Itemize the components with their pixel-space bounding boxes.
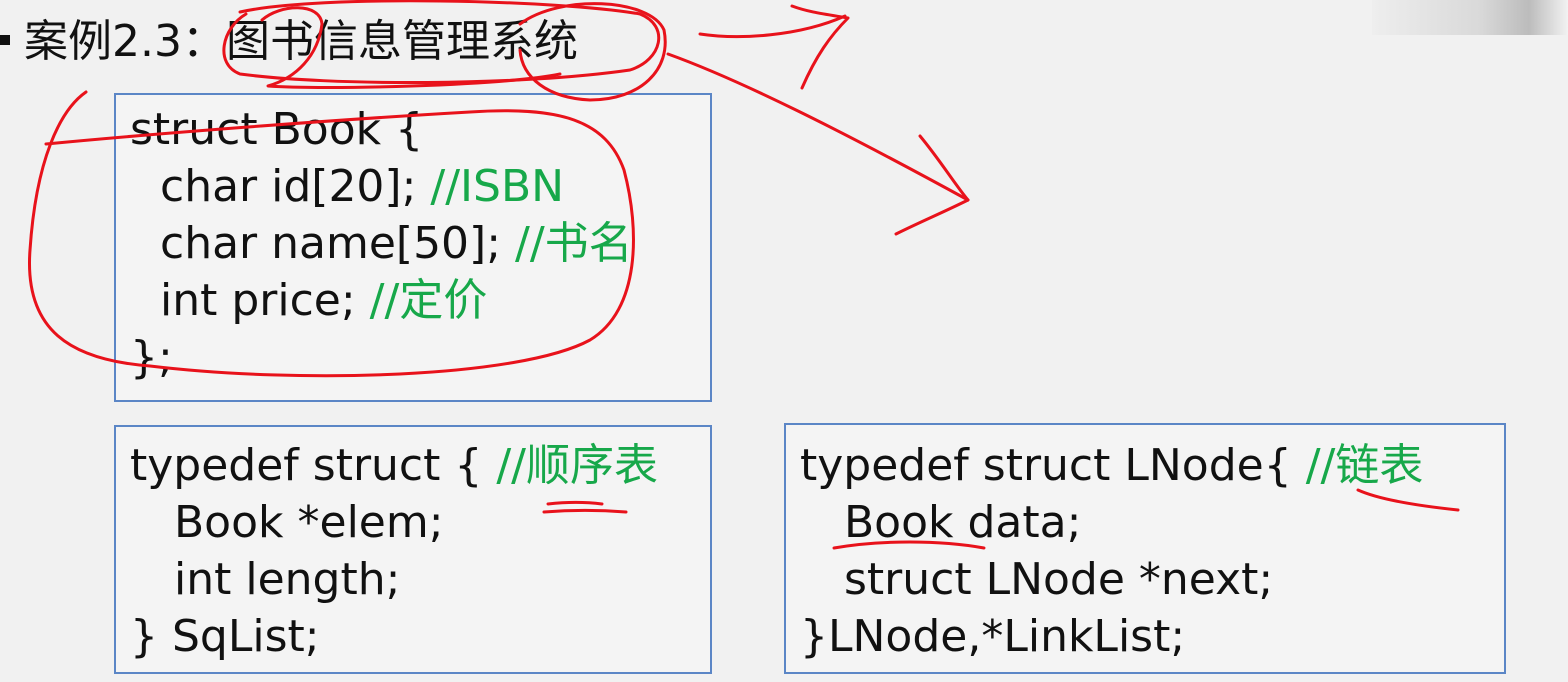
webcam-overlay [1372,0,1568,35]
code-line: typedef struct { //顺序表 [130,437,710,494]
code-line: typedef struct LNode{ //链表 [800,437,1504,494]
annotation-arrow-top [698,14,847,39]
code-line: }LNode,*LinkList; [800,611,1186,662]
code-comment: //定价 [369,275,488,326]
code-comment: //顺序表 [496,440,658,491]
code-line: int length; [174,554,401,605]
field-code: int price; [160,275,370,326]
code-line: int price; //定价 [130,272,710,329]
code-comment: //书名 [515,218,633,269]
code-line: struct Book { [130,104,424,155]
code-line: }; [130,332,173,383]
annotation-arrow-top-head [790,4,850,90]
annotation-arrow-right [666,52,970,202]
field-code: char name[50]; [160,218,516,269]
annotation-arrow-right-head [894,134,970,236]
title-prefix: 案例2.3： [24,16,226,67]
bullet-icon [0,35,10,45]
code-line: struct LNode *next; [844,554,1274,605]
lnode-struct-box: typedef struct LNode{ //链表 Book data; st… [784,423,1506,674]
slide-title: 案例2.3：图书信息管理系统 [0,12,578,72]
sqlist-struct-box: typedef struct { //顺序表 Book *elem; int l… [114,425,712,674]
code-line: } SqList; [130,611,320,662]
code-line: char name[50]; //书名 [130,215,710,272]
field-code: typedef struct LNode{ [800,440,1306,491]
code-line: Book data; [844,497,1082,548]
code-comment: //ISBN [430,161,565,212]
code-comment: //链表 [1305,440,1424,491]
code-line: char id[20]; //ISBN [130,158,710,215]
field-code: typedef struct { [130,440,497,491]
code-line: Book *elem; [174,497,444,548]
title-subject: 图书信息管理系统 [225,16,578,67]
book-struct-box: struct Book { char id[20]; //ISBN char n… [114,93,712,402]
field-code: char id[20]; [160,161,431,212]
